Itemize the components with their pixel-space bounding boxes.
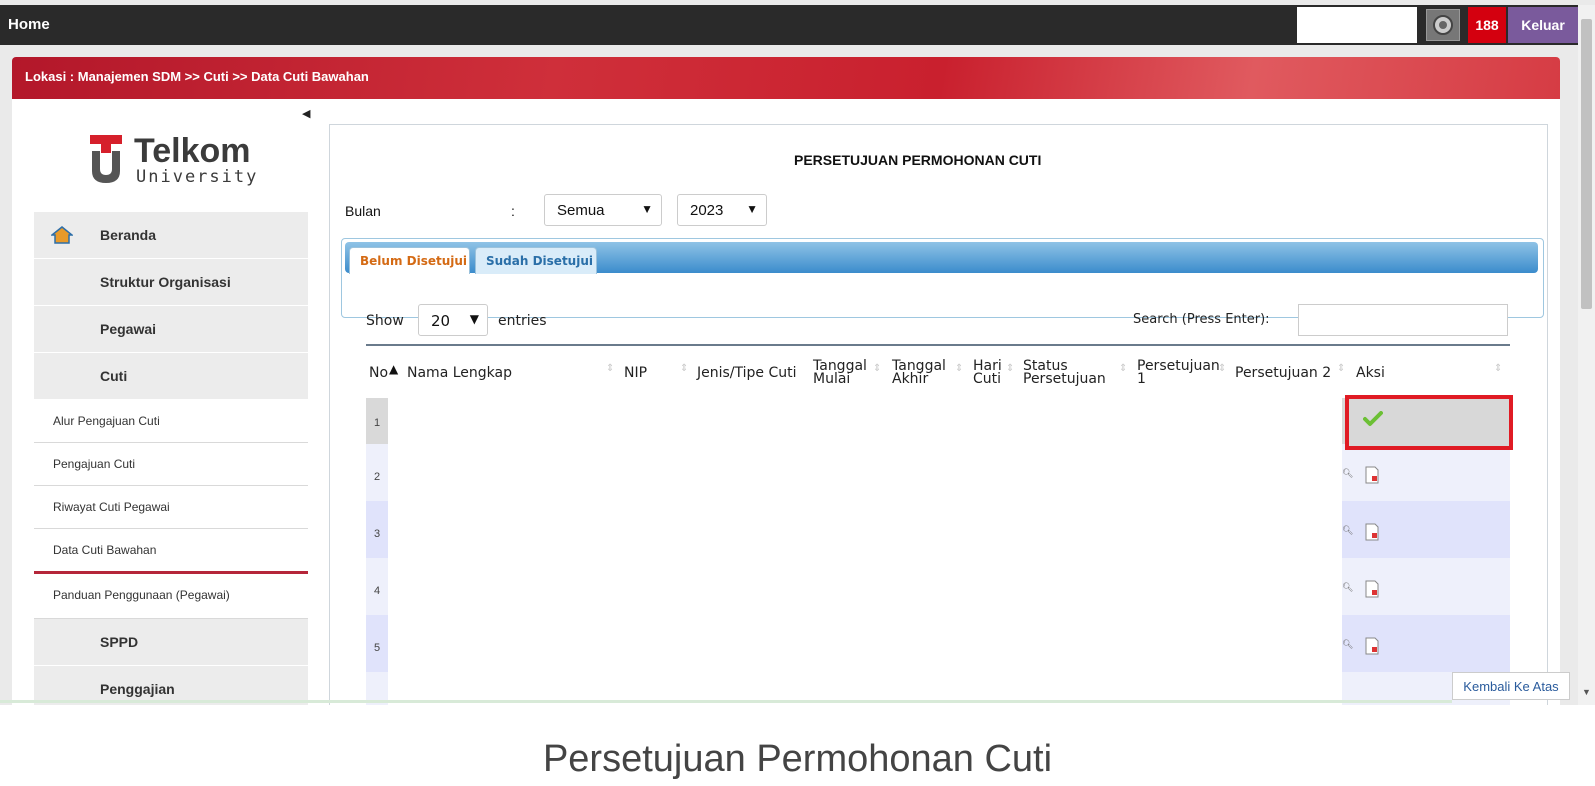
sort-icon: ⇕ (1218, 363, 1227, 374)
page-title: PERSETUJUAN PERMOHONAN CUTI (794, 152, 1042, 168)
scroll-down-icon[interactable]: ▼ (1582, 687, 1591, 697)
year-select[interactable]: 2023 ▼ (677, 194, 767, 226)
document-icon[interactable] (1364, 580, 1380, 598)
col-persetujuan-1[interactable]: Persetujuan 1 (1137, 359, 1220, 386)
document-icon[interactable] (1364, 523, 1380, 541)
collapse-sidebar-icon[interactable]: ◀ (302, 107, 310, 120)
notification-badge[interactable]: 188 (1468, 7, 1506, 43)
sidebar-item-sppd[interactable]: SPPD (34, 619, 308, 666)
search-input[interactable] (1298, 304, 1508, 336)
tab-sudah-disetujui[interactable]: Sudah Disetujui (475, 247, 597, 274)
row-number: 3 (374, 528, 381, 540)
sort-icon: ⇕ (873, 363, 882, 374)
sidebar-item-struktur[interactable]: Struktur Organisasi (34, 259, 308, 306)
sort-asc-icon: ▲ (389, 362, 399, 376)
scrollbar[interactable]: ▼ (1578, 5, 1595, 705)
sort-icon: ⇕ (606, 363, 615, 374)
sidebar-subitem-data-bawahan[interactable]: Data Cuti Bawahan (34, 529, 308, 574)
search-label: Search (Press Enter): (1133, 312, 1270, 327)
sidebar-menu: Beranda Struktur Organisasi Pegawai Cuti… (34, 212, 308, 705)
user-box[interactable] (1297, 7, 1417, 43)
sort-icon: ⇕ (680, 363, 689, 374)
sidebar-item-cuti[interactable]: Cuti (34, 353, 308, 400)
home-icon (51, 226, 73, 244)
col-tgl-akhir[interactable]: Tanggal Akhir (892, 359, 946, 386)
gear-icon (1433, 15, 1453, 35)
col-persetujuan-2[interactable]: Persetujuan 2 (1235, 366, 1331, 380)
redacted-cells (388, 398, 1342, 705)
col-aksi[interactable]: Aksi (1356, 366, 1385, 380)
caption: Persetujuan Permohonan Cuti (542, 738, 1053, 780)
chevron-down-icon: ▼ (746, 202, 758, 216)
sort-icon: ⇕ (955, 363, 964, 374)
col-nip[interactable]: NIP (624, 366, 647, 380)
row-number: 1 (374, 417, 381, 429)
document-icon[interactable] (1364, 466, 1380, 484)
app-screen: Home 188 Keluar Lokasi : Manajemen SDM >… (0, 0, 1595, 705)
scrollbar-thumb[interactable] (1581, 19, 1592, 309)
row-number: 4 (374, 585, 381, 597)
row-number: 2 (374, 471, 381, 483)
col-tgl-mulai[interactable]: Tanggal Mulai (813, 359, 867, 386)
col-hari[interactable]: Hari Cuti (973, 359, 1002, 386)
col-status[interactable]: Status Persetujuan (1023, 359, 1106, 386)
sort-icon: ⇕ (1494, 363, 1503, 374)
col-no[interactable]: No (369, 366, 388, 380)
month-label: Bulan (345, 203, 381, 219)
settings-button[interactable] (1426, 9, 1460, 41)
page-size-select[interactable]: 20 ▼ (418, 304, 488, 336)
back-to-top-button[interactable]: Kembali Ke Atas (1452, 672, 1570, 700)
chevron-down-icon: ▼ (641, 202, 653, 216)
logo-mark-icon (90, 135, 122, 183)
sort-icon: ⇕ (1337, 363, 1346, 374)
approve-highlight[interactable] (1345, 395, 1513, 450)
checkmark-icon[interactable] (1363, 411, 1383, 427)
col-jenis[interactable]: Jenis/Tipe Cuti (697, 366, 797, 380)
sidebar-item-pegawai[interactable]: Pegawai (34, 306, 308, 353)
sort-icon: ⇕ (1006, 363, 1015, 374)
row-number: 5 (374, 642, 381, 654)
sidebar-item-beranda[interactable]: Beranda (34, 212, 308, 259)
breadcrumb: Lokasi : Manajemen SDM >> Cuti >> Data C… (12, 57, 1560, 99)
home-link[interactable]: Home (8, 16, 50, 33)
sidebar-subitem-riwayat[interactable]: Riwayat Cuti Pegawai (34, 486, 308, 529)
sidebar-subitem-panduan[interactable]: Panduan Penggunaan (Pegawai) (34, 574, 308, 619)
telkom-university-logo: Telkom University (90, 133, 260, 188)
view-icon[interactable]: 🔍︎ (1342, 582, 1353, 593)
top-bar: Home 188 Keluar (0, 5, 1578, 45)
sidebar-subitem-pengajuan[interactable]: Pengajuan Cuti (34, 443, 308, 486)
view-icon[interactable]: 🔍︎ (1342, 525, 1353, 536)
month-select[interactable]: Semua ▼ (544, 194, 662, 226)
tab-belum-disetujui[interactable]: Belum Disetujui (349, 247, 470, 274)
col-nama[interactable]: Nama Lengkap (407, 366, 512, 380)
logout-button[interactable]: Keluar (1508, 7, 1578, 43)
document-icon[interactable] (1364, 637, 1380, 655)
sort-icon: ⇕ (1119, 363, 1128, 374)
view-icon[interactable]: 🔍︎ (1342, 468, 1353, 479)
sidebar-subitem-alur[interactable]: Alur Pengajuan Cuti (34, 400, 308, 443)
view-icon[interactable]: 🔍︎ (1342, 639, 1353, 650)
chevron-down-icon: ▼ (469, 312, 479, 326)
